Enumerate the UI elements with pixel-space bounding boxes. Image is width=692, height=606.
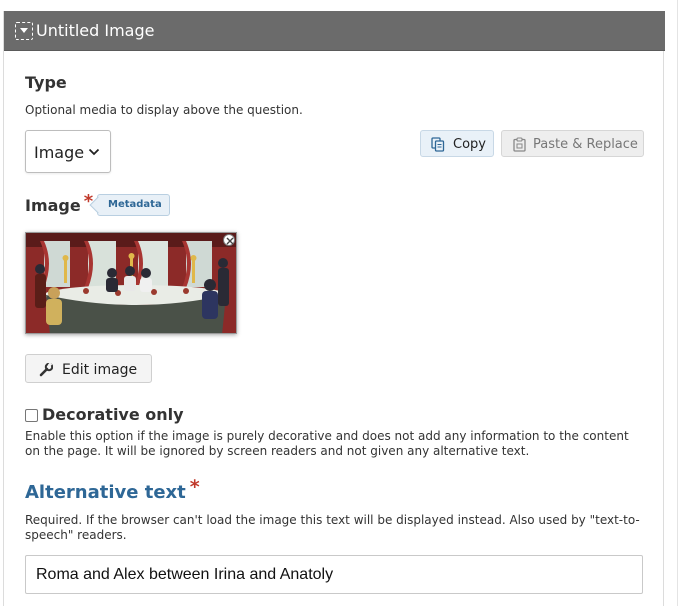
dinner-scene-image xyxy=(26,233,236,333)
edit-image-button[interactable]: Edit image xyxy=(25,354,152,383)
paste-replace-label: Paste & Replace xyxy=(533,137,638,152)
paste-replace-button[interactable]: Paste & Replace xyxy=(501,130,644,157)
remove-image-icon[interactable] xyxy=(223,234,235,246)
clipboard-icon xyxy=(513,137,526,152)
copy-icon xyxy=(431,137,445,152)
edit-image-label: Edit image xyxy=(62,362,138,378)
type-description: Optional media to display above the ques… xyxy=(25,103,303,117)
collapse-dropdown-icon[interactable] xyxy=(15,22,33,40)
alt-text-label: Alternative text * xyxy=(25,476,200,503)
type-label: Type xyxy=(25,73,67,92)
type-select-value: Image xyxy=(34,143,85,162)
copy-button[interactable]: Copy xyxy=(420,130,494,157)
image-label: Image * xyxy=(25,191,94,216)
type-select[interactable]: Image xyxy=(25,130,111,173)
wrench-icon xyxy=(39,363,53,377)
panel-title: Untitled Image xyxy=(36,21,155,40)
page-edge-divider xyxy=(677,0,678,606)
alt-text-description: Required. If the browser can't load the … xyxy=(25,513,640,542)
image-editor-panel: Untitled Image Type Optional media to di… xyxy=(3,11,665,606)
chevron-down-icon xyxy=(88,148,100,156)
copy-button-label: Copy xyxy=(453,137,486,152)
required-asterisk: * xyxy=(189,476,200,498)
alt-text-input[interactable] xyxy=(25,555,643,594)
decorative-description: Enable this option if the image is purel… xyxy=(25,429,629,458)
decorative-label[interactable]: Decorative only xyxy=(42,405,184,425)
decorative-checkbox[interactable] xyxy=(25,409,38,422)
panel-header[interactable]: Untitled Image xyxy=(4,11,665,51)
image-thumbnail[interactable] xyxy=(25,232,237,334)
metadata-tag-button[interactable]: Metadata xyxy=(97,194,170,216)
